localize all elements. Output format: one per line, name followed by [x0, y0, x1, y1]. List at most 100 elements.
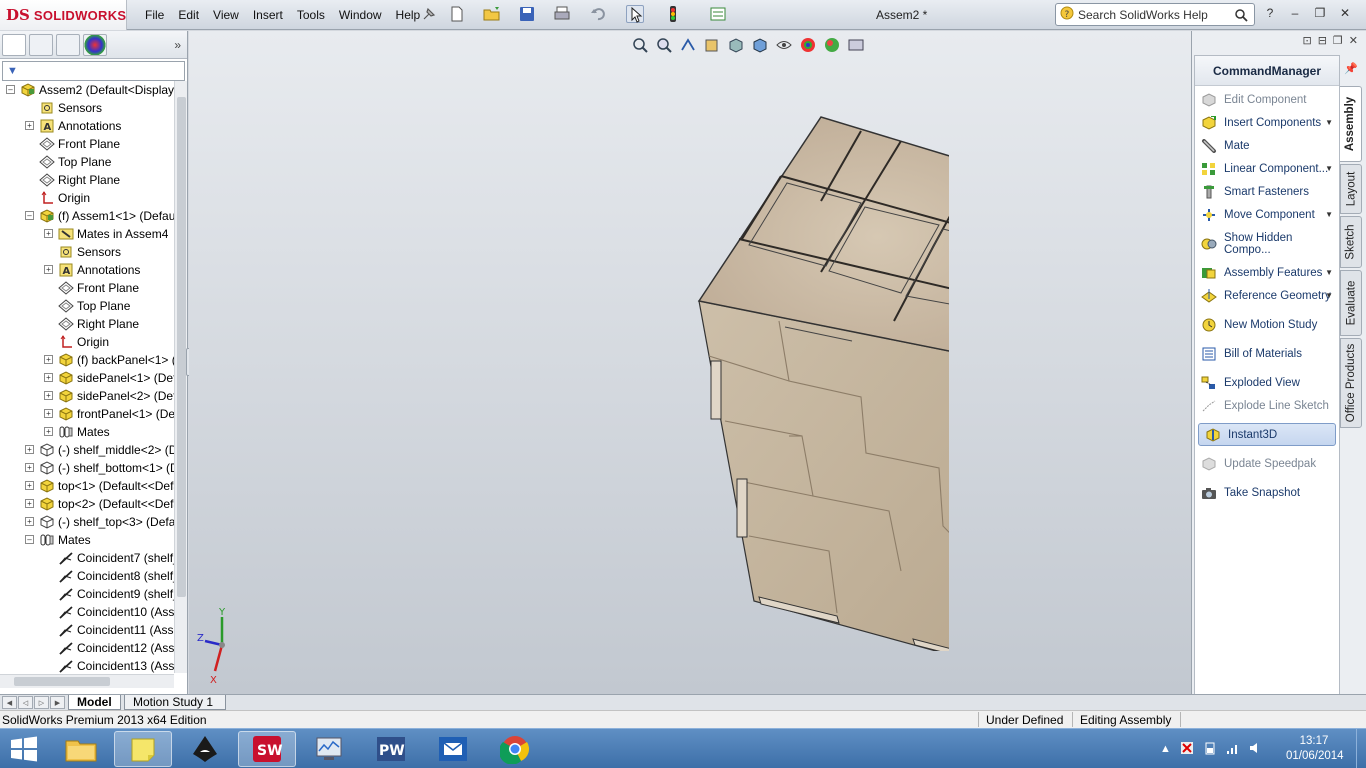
command-assembly-features[interactable]: Assembly Features ▼ [1195, 261, 1339, 284]
signal-icon[interactable] [1226, 741, 1240, 758]
chrome-icon[interactable] [486, 731, 544, 767]
pin-icon[interactable]: 📌 [1343, 62, 1359, 78]
tree-item[interactable]: + sidePanel<1> (Defau [0, 369, 174, 387]
tree-item[interactable]: + frontPanel<1> (Defau [0, 405, 174, 423]
tree-item[interactable]: + Mates [0, 423, 174, 441]
pane-home-icon[interactable]: ⊡ [1302, 34, 1311, 53]
display-style-icon[interactable] [751, 36, 769, 54]
section-view-icon[interactable] [703, 36, 721, 54]
property-manager-tab-icon[interactable] [29, 33, 53, 56]
help-button[interactable]: ? [1262, 5, 1278, 21]
show-desktop-button[interactable] [1356, 729, 1366, 768]
tree-item[interactable]: Coincident8 (shelf_m [0, 567, 174, 585]
tree-item[interactable]: Coincident13 (Assem [0, 657, 174, 673]
expand-icon[interactable]: + [44, 391, 53, 400]
inkscape-icon[interactable] [176, 731, 234, 767]
dropdown-arrow-icon[interactable]: ▼ [1325, 118, 1333, 127]
menu-edit[interactable]: Edit [171, 8, 206, 22]
save-icon[interactable] [518, 5, 536, 23]
power-icon[interactable] [1203, 741, 1217, 758]
expand-icon[interactable]: + [44, 373, 53, 382]
command-show-hidden[interactable]: Show Hidden Compo... [1195, 232, 1339, 256]
view-orientation-icon[interactable] [727, 36, 745, 54]
network-flag-icon[interactable] [1180, 741, 1194, 758]
tree-item[interactable]: Sensors [0, 243, 174, 261]
command-motion-study[interactable]: New Motion Study [1195, 313, 1339, 336]
tree-item[interactable]: Coincident12 (Assem [0, 639, 174, 657]
tree-item[interactable]: Top Plane [0, 297, 174, 315]
expand-icon[interactable]: + [25, 445, 34, 454]
expand-icon[interactable]: + [25, 463, 34, 472]
search-box[interactable]: ? Search SolidWorks Help [1055, 3, 1255, 26]
search-icon[interactable] [1228, 8, 1254, 22]
expand-icon[interactable]: + [25, 121, 34, 130]
windows-start-icon[interactable] [9, 735, 39, 763]
expand-icon[interactable]: + [44, 427, 53, 436]
scroll-thumb[interactable] [177, 97, 186, 597]
dropdown-arrow-icon[interactable]: ▼ [1325, 164, 1333, 173]
tree-item[interactable]: + A Annotations [0, 261, 174, 279]
zoom-to-area-icon[interactable] [655, 36, 673, 54]
tree-item[interactable]: – (f) Assem1<1> (Default< [0, 207, 174, 225]
tree-item[interactable]: Origin [0, 333, 174, 351]
tab-assembly[interactable]: Assembly [1340, 86, 1362, 162]
solidworks-logo[interactable]: DS SOLIDWORKS [0, 0, 127, 30]
expand-icon[interactable]: + [44, 355, 53, 364]
tree-item[interactable]: + top<1> (Default<<Defau [0, 477, 174, 495]
zoom-to-fit-icon[interactable] [631, 36, 649, 54]
dropdown-arrow-icon[interactable]: ▼ [1325, 268, 1333, 277]
collapse-icon[interactable]: – [25, 211, 34, 220]
expand-icon[interactable]: + [25, 481, 34, 490]
scroll-thumb[interactable] [14, 677, 110, 686]
tree-item[interactable]: + (-) shelf_top<3> (Default [0, 513, 174, 531]
tab-office-products[interactable]: Office Products [1340, 338, 1362, 428]
tree-filter[interactable]: ▼ [2, 61, 185, 81]
pin-menu-icon[interactable] [420, 5, 438, 23]
prev-tab-icon[interactable]: ◁ [18, 696, 33, 709]
tab-model[interactable]: Model [68, 695, 121, 710]
tree-item[interactable]: + A Annotations [0, 117, 174, 135]
view-settings-icon[interactable] [847, 36, 865, 54]
undo-icon[interactable] [590, 5, 608, 23]
menu-view[interactable]: View [206, 8, 246, 22]
tab-evaluate[interactable]: Evaluate [1340, 270, 1362, 336]
command-smart-fasteners[interactable]: Smart Fasteners [1195, 180, 1339, 203]
tree-item[interactable]: Top Plane [0, 153, 174, 171]
expand-icon[interactable]: + [25, 499, 34, 508]
tree-item[interactable]: Sensors [0, 99, 174, 117]
command-move-component[interactable]: Move Component ▼ [1195, 203, 1339, 226]
file-explorer-icon[interactable] [52, 731, 110, 767]
tree-item[interactable]: + (f) backPanel<1> (De [0, 351, 174, 369]
select-arrow-icon[interactable] [626, 5, 644, 23]
new-document-icon[interactable] [448, 5, 466, 23]
next-tab-icon[interactable]: ▷ [34, 696, 49, 709]
expand-icon[interactable]: + [44, 229, 53, 238]
tree-item[interactable]: Coincident11 (Assem [0, 621, 174, 639]
expand-icon[interactable]: + [25, 517, 34, 526]
cabinet-model-3d[interactable] [489, 81, 949, 651]
tree-item[interactable]: Coincident9 (shelf_m [0, 585, 174, 603]
tree-item[interactable]: Origin [0, 189, 174, 207]
pane-restore-icon[interactable]: ❐ [1333, 34, 1343, 53]
pane-back-icon[interactable]: ⊟ [1318, 34, 1327, 53]
command-bill-of-materials[interactable]: Bill of Materials [1195, 342, 1339, 365]
solidworks-taskbar-icon[interactable]: SW [238, 731, 296, 767]
mail-icon[interactable] [424, 731, 482, 767]
options-icon[interactable] [709, 5, 727, 23]
apply-scene-icon[interactable] [823, 36, 841, 54]
expand-icon[interactable]: + [44, 265, 53, 274]
edit-appearance-icon[interactable] [799, 36, 817, 54]
sticky-notes-icon[interactable] [114, 731, 172, 767]
command-insert-components[interactable]: Insert Components ▼ [1195, 111, 1339, 134]
tab-sketch[interactable]: Sketch [1340, 216, 1362, 268]
minimize-button[interactable]: – [1287, 5, 1303, 21]
expand-icon[interactable]: + [44, 409, 53, 418]
tray-expand-icon[interactable]: ▲ [1160, 743, 1171, 755]
expand-tabs-icon[interactable]: » [174, 38, 181, 52]
tree-item[interactable]: Coincident10 (Assem [0, 603, 174, 621]
tab-motion-study-1[interactable]: Motion Study 1 [124, 695, 226, 710]
restore-button[interactable]: ❐ [1312, 5, 1328, 21]
tree-item[interactable]: + top<2> (Default<<Defau [0, 495, 174, 513]
feature-tree-tab-icon[interactable] [2, 33, 26, 56]
volume-icon[interactable] [1249, 741, 1263, 758]
